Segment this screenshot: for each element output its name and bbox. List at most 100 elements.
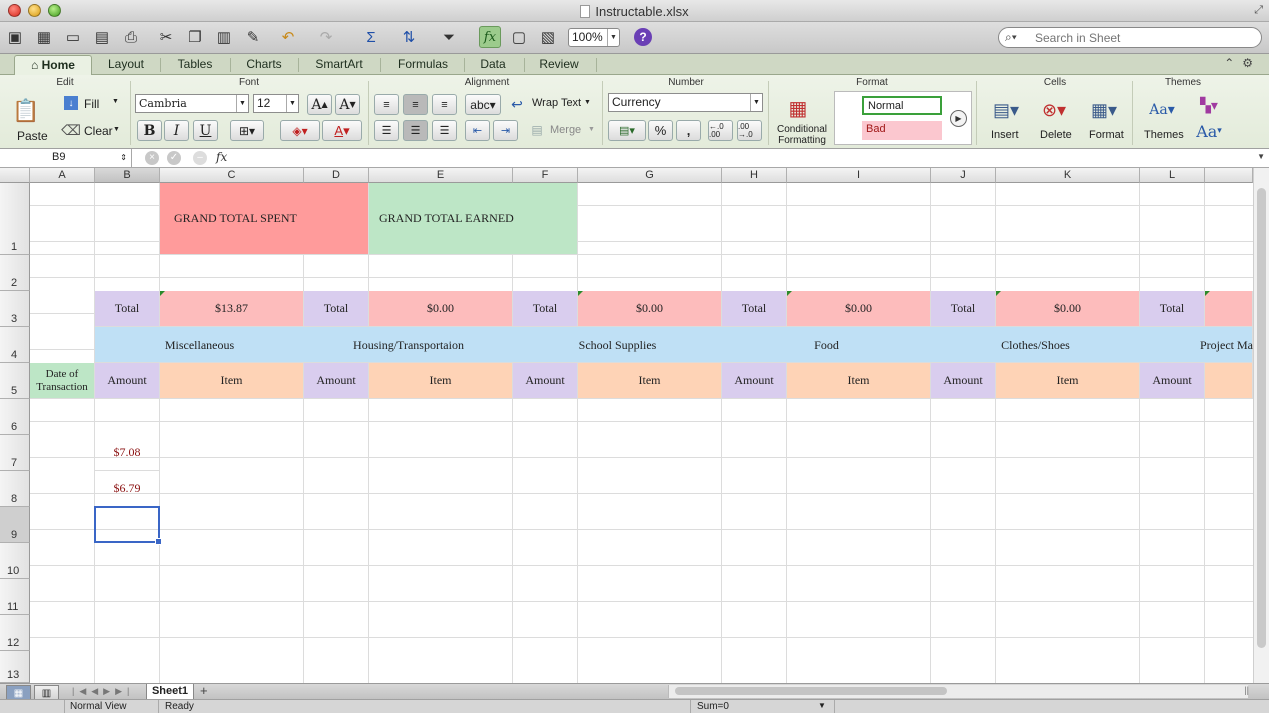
align-left-button[interactable]: ☰ — [374, 120, 399, 141]
column-header-b[interactable]: B — [95, 168, 160, 183]
paste-icon[interactable]: ▥ — [213, 26, 235, 48]
format-painter-icon[interactable]: ✎ — [242, 26, 264, 48]
fill-color-button[interactable]: ◈▾ — [280, 120, 320, 141]
open-folder-icon[interactable]: ▭ — [62, 26, 84, 48]
format-button[interactable]: Format — [1089, 129, 1124, 141]
increase-indent-button[interactable]: ⇥ — [493, 120, 518, 141]
cancel-formula-icon[interactable]: × — [145, 151, 159, 165]
column-header-h[interactable]: H — [722, 168, 787, 183]
worksheet[interactable]: A B C D E F G H I J K L 1 2 3 4 5 6 7 8 … — [0, 168, 1269, 683]
cell-k3-total-value[interactable]: $0.00 — [996, 291, 1140, 327]
cell-c5-item[interactable]: Item — [160, 363, 304, 399]
horizontal-scrollbar[interactable] — [668, 685, 1248, 698]
style-normal[interactable]: Normal — [862, 96, 942, 115]
conditional-formatting-icon[interactable]: ▦ — [782, 93, 814, 123]
column-header-a[interactable]: A — [30, 168, 95, 183]
print-icon[interactable]: ⎙ — [120, 26, 142, 48]
merge-icon[interactable]: ▤ — [528, 122, 546, 138]
row-header-2[interactable]: 2 — [0, 255, 30, 291]
cell-d5-amount[interactable]: Amount — [304, 363, 369, 399]
cell-m5-item[interactable] — [1205, 363, 1253, 399]
shrink-font-button[interactable]: A ▼ — [335, 94, 360, 115]
italic-button[interactable]: I — [164, 120, 189, 141]
tab-home[interactable]: ⌂ Home — [14, 55, 92, 75]
name-box[interactable]: B9 ⇕ — [0, 149, 132, 167]
cell-m3-total-value[interactable] — [1205, 291, 1253, 327]
insert-cells-icon[interactable]: ▤▾ — [988, 95, 1024, 125]
insert-button[interactable]: Insert — [991, 129, 1019, 141]
cell-j5-amount[interactable]: Amount — [931, 363, 996, 399]
new-workbook-icon[interactable]: ▣ — [4, 26, 26, 48]
grow-font-button[interactable]: A ▲ — [307, 94, 332, 115]
expand-formula-icon[interactable]: ▼ — [1257, 152, 1265, 161]
cell-g3-total-value[interactable]: $0.00 — [578, 291, 722, 327]
sort-icon[interactable]: ⇅ — [398, 26, 420, 48]
cell-f3-total-label[interactable]: Total — [513, 291, 578, 327]
formula-toggle-icon[interactable]: – — [193, 151, 207, 165]
tab-formulas[interactable]: Formulas — [386, 55, 460, 75]
sheet-tab-sheet1[interactable]: Sheet1 — [146, 684, 194, 700]
category-housing-transportation[interactable]: Housing/Transportaion — [304, 327, 513, 363]
font-size-select[interactable]: 12 ▼ — [253, 94, 299, 113]
fullscreen-icon[interactable]: ⤢ — [1254, 4, 1263, 17]
number-format-select[interactable]: Currency ▼ — [608, 93, 763, 112]
row-header-1[interactable]: 1 — [0, 183, 30, 255]
search-field[interactable]: ⌕▾ — [998, 27, 1262, 48]
redo-icon[interactable]: ↷ — [315, 26, 337, 48]
clear-dropdown-icon[interactable]: ▼ — [113, 126, 120, 133]
cell-h5-amount[interactable]: Amount — [722, 363, 787, 399]
row-header-10[interactable]: 10 — [0, 543, 30, 579]
theme-fonts-button[interactable]: Aa ▾ — [1194, 121, 1224, 141]
toolbox-icon[interactable]: ▢ — [508, 26, 530, 48]
search-input[interactable] — [1035, 30, 1255, 45]
category-miscellaneous[interactable]: Miscellaneous — [95, 327, 304, 363]
save-icon[interactable]: ▤ — [91, 26, 113, 48]
name-box-stepper-icon[interactable]: ⇕ — [120, 149, 127, 166]
cell-j3-total-label[interactable]: Total — [931, 291, 996, 327]
underline-button[interactable]: U — [193, 120, 218, 141]
bold-button[interactable]: B — [137, 120, 162, 141]
category-school-supplies[interactable]: School Supplies — [513, 327, 722, 363]
cell-l3-total-label[interactable]: Total — [1140, 291, 1205, 327]
ribbon-options-icons[interactable]: ⌃⚙ — [1224, 56, 1261, 70]
row-header-6[interactable]: 6 — [0, 399, 30, 435]
add-sheet-button[interactable]: + — [200, 684, 208, 698]
copy-icon[interactable]: ❐ — [184, 26, 206, 48]
confirm-formula-icon[interactable]: ✓ — [167, 151, 181, 165]
column-header-e[interactable]: E — [369, 168, 513, 183]
merge-dropdown-icon[interactable]: ▼ — [588, 126, 595, 133]
row-header-9[interactable]: 9 — [0, 507, 30, 543]
align-top-button[interactable]: ≡ — [374, 94, 399, 115]
row-header-5[interactable]: 5 — [0, 363, 30, 399]
cell-b3-total-label[interactable]: Total — [95, 291, 160, 327]
split-handle-icon[interactable]: || — [1244, 685, 1249, 695]
row-header-4[interactable]: 4 — [0, 327, 30, 363]
fill-dropdown-icon[interactable]: ▼ — [112, 98, 119, 105]
autosum-icon[interactable]: Σ — [360, 26, 382, 48]
category-clothes-shoes[interactable]: Clothes/Shoes — [931, 327, 1140, 363]
row-header-13[interactable]: 13 — [0, 651, 30, 683]
undo-icon[interactable]: ↶ — [277, 26, 299, 48]
decrease-decimal-button[interactable]: .00 →.0 — [737, 120, 762, 141]
formula-builder-icon[interactable]: fx — [479, 26, 501, 48]
cell-d3-total-label[interactable]: Total — [304, 291, 369, 327]
tab-smartart[interactable]: SmartArt — [302, 55, 376, 75]
filter-icon[interactable]: ⏷ — [438, 26, 460, 48]
cell-b5-amount[interactable]: Amount — [95, 363, 160, 399]
media-browser-icon[interactable]: ▧ — [537, 26, 559, 48]
row-header-3[interactable]: 3 — [0, 291, 30, 327]
styles-next-icon[interactable]: ▶ — [950, 110, 967, 127]
align-middle-button[interactable]: ≡ — [403, 94, 428, 115]
cell-g5-item[interactable]: Item — [578, 363, 722, 399]
wrap-text-dropdown-icon[interactable]: ▼ — [584, 99, 591, 106]
cell-c1-grand-total-spent[interactable]: GRAND TOTAL SPENT — [160, 183, 369, 255]
decrease-indent-button[interactable]: ⇤ — [465, 120, 490, 141]
increase-decimal-button[interactable]: ←.0 .00 — [708, 120, 733, 141]
cell-b7-amount[interactable]: $7.08 — [95, 435, 160, 471]
row-header-12[interactable]: 12 — [0, 615, 30, 651]
formula-input[interactable] — [236, 149, 1252, 167]
paste-clipboard-icon[interactable]: 📋 — [12, 95, 40, 127]
delete-cells-icon[interactable]: ⊗▾ — [1036, 95, 1072, 125]
column-header-g[interactable]: G — [578, 168, 722, 183]
category-food[interactable]: Food — [722, 327, 931, 363]
